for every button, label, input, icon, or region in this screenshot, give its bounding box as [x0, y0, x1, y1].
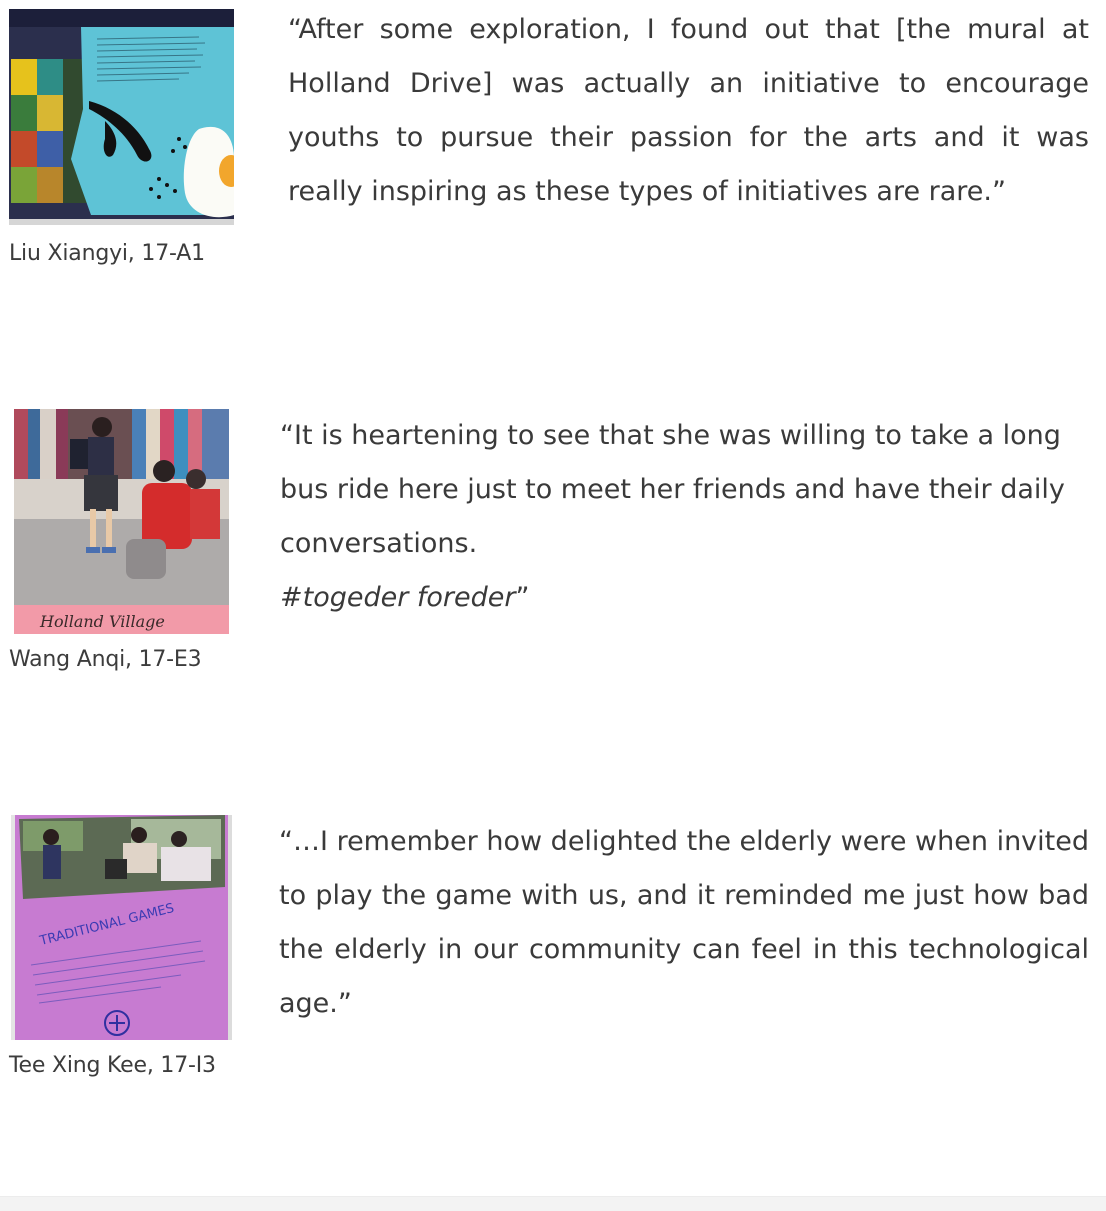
testimonial-quote: “…I remember how delighted the elderly w… [279, 815, 1089, 1031]
photo-caption-text: Holland Village [39, 612, 165, 631]
quote-text: “…I remember how delighted the elderly w… [279, 826, 1089, 1019]
traditional-games-photo: TRADITIONAL GAMES [11, 815, 232, 1040]
quote-hashtag-line: #togeder foreder” [280, 571, 1080, 625]
student-caption: Tee Xing Kee, 17-I3 [9, 1053, 216, 1078]
traditional-games-image: TRADITIONAL GAMES [11, 815, 232, 1040]
holland-village-image: Holland Village [14, 409, 229, 634]
testimonial-quote: “It is heartening to see that she was wi… [280, 409, 1080, 625]
mural-photo [9, 9, 234, 225]
student-caption: Liu Xiangyi, 17-A1 [9, 241, 205, 266]
quote-close-mark: ” [515, 582, 530, 613]
mural-image [9, 9, 234, 225]
quote-text: “It is heartening to see that she was wi… [280, 420, 1065, 559]
student-caption: Wang Anqi, 17-E3 [9, 647, 202, 672]
holland-village-photo: Holland Village [14, 409, 229, 634]
testimonial-quote: “After some exploration, I found out tha… [288, 3, 1089, 219]
quote-text: “After some exploration, I found out tha… [288, 14, 1089, 207]
hashtag-text: #togeder foreder [280, 582, 516, 613]
page-bottom-divider [0, 1196, 1106, 1211]
